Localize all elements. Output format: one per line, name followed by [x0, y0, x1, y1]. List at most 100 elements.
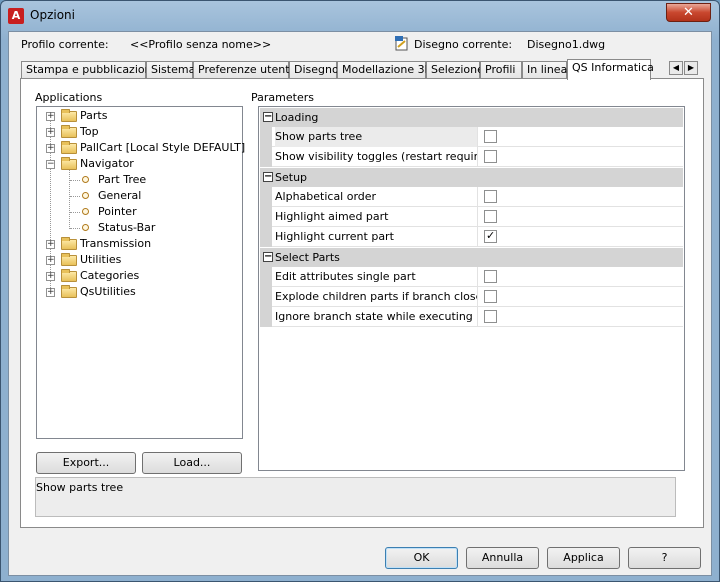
- collapse-icon[interactable]: −: [263, 252, 273, 262]
- tab-in-linea[interactable]: In linea: [522, 61, 567, 79]
- expand-icon[interactable]: +: [46, 256, 55, 265]
- param-row-ignore-branch-state[interactable]: Ignore branch state while executing "On …: [260, 307, 683, 327]
- expand-icon[interactable]: +: [46, 272, 55, 281]
- tree-item-label: Pointer: [98, 205, 137, 218]
- folder-icon: [61, 109, 77, 122]
- param-row-show-parts-tree[interactable]: Show parts tree: [260, 127, 683, 147]
- tree-item-categories[interactable]: + Categories: [37, 268, 242, 284]
- group-header-loading[interactable]: − Loading: [260, 108, 683, 127]
- column-separator: [477, 147, 478, 167]
- folder-icon: [61, 253, 77, 266]
- tab-preferenze-utente[interactable]: Preferenze utente: [193, 61, 296, 79]
- apply-button[interactable]: Applica: [547, 547, 620, 569]
- tree-item-status-bar[interactable]: Status-Bar: [37, 220, 242, 236]
- explode-children-parts-checkbox[interactable]: [484, 290, 497, 303]
- row-gutter: [260, 287, 272, 307]
- tab-disegno[interactable]: Disegno: [289, 61, 339, 79]
- param-row-highlight-aimed-part[interactable]: Highlight aimed part: [260, 207, 683, 227]
- tree-item-label: Top: [80, 125, 99, 138]
- current-profile-value: <<Profilo senza nome>>: [130, 38, 272, 51]
- tree-item-label: Utilities: [80, 253, 122, 266]
- ignore-branch-state-checkbox[interactable]: [484, 310, 497, 323]
- description-text: Show parts tree: [36, 481, 124, 494]
- folder-icon: [61, 157, 77, 170]
- tree-item-navigator[interactable]: − Navigator: [37, 156, 242, 172]
- param-row-alphabetical-order[interactable]: Alphabetical order: [260, 187, 683, 207]
- column-separator: [477, 307, 478, 327]
- expand-icon[interactable]: +: [46, 240, 55, 249]
- window-title: Opzioni: [30, 8, 75, 22]
- group-title: Setup: [275, 171, 308, 184]
- show-visibility-toggles-checkbox[interactable]: [484, 150, 497, 163]
- close-button[interactable]: ✕: [666, 3, 711, 22]
- collapse-icon[interactable]: −: [263, 112, 273, 122]
- tree-item-utilities[interactable]: + Utilities: [37, 252, 242, 268]
- leaf-node-icon: [82, 192, 89, 199]
- tree-item-label: Navigator: [80, 157, 134, 170]
- collapse-icon[interactable]: −: [46, 160, 55, 169]
- tab-sistema[interactable]: Sistema: [146, 61, 195, 79]
- tab-stampa-e-pubblicazione[interactable]: Stampa e pubblicazione: [21, 61, 158, 79]
- tab-modellazione-3d[interactable]: Modellazione 3D: [337, 61, 433, 79]
- expand-icon[interactable]: +: [46, 288, 55, 297]
- expand-icon[interactable]: +: [46, 128, 55, 137]
- tree-connector: [70, 196, 80, 197]
- tree-item-pallcart[interactable]: + PallCart [Local Style DEFAULT]: [37, 140, 245, 156]
- show-parts-tree-checkbox[interactable]: [484, 130, 497, 143]
- column-separator: [477, 207, 478, 227]
- group-header-setup[interactable]: − Setup: [260, 168, 683, 187]
- tab-qs-informatica[interactable]: QS Informatica: [567, 59, 654, 80]
- tree-item-label: Transmission: [80, 237, 152, 250]
- tree-item-qsutilities[interactable]: + QsUtilities: [37, 284, 242, 300]
- autocad-app-icon: A: [8, 8, 24, 24]
- tree-item-part-tree[interactable]: Part Tree: [37, 172, 242, 188]
- leaf-node-icon: [82, 208, 89, 215]
- tab-scroll-right-button[interactable]: ▶: [684, 61, 698, 75]
- param-row-show-visibility-toggles[interactable]: Show visibility toggles (restart require…: [260, 147, 683, 167]
- options-window: A Opzioni ✕ Profilo corrente: <<Profilo …: [0, 0, 720, 582]
- load-button[interactable]: Load...: [142, 452, 242, 474]
- expand-icon[interactable]: +: [46, 112, 55, 121]
- tree-item-top[interactable]: + Top: [37, 124, 242, 140]
- tree-item-general[interactable]: General: [37, 188, 242, 204]
- applications-label: Applications: [35, 91, 103, 104]
- alphabetical-order-checkbox[interactable]: [484, 190, 497, 203]
- tab-selezione[interactable]: Selezione: [426, 61, 484, 79]
- folder-icon: [61, 125, 77, 138]
- drawing-file-icon: [395, 36, 408, 51]
- help-button[interactable]: ?: [628, 547, 701, 569]
- highlight-aimed-part-checkbox[interactable]: [484, 210, 497, 223]
- checkmark-icon: ✓: [486, 229, 496, 242]
- edit-attributes-single-part-checkbox[interactable]: [484, 270, 497, 283]
- param-name: Edit attributes single part: [275, 270, 416, 283]
- tree-item-transmission[interactable]: + Transmission: [37, 236, 242, 252]
- row-gutter: [260, 227, 272, 247]
- collapse-icon[interactable]: −: [263, 172, 273, 182]
- row-gutter: [260, 307, 272, 327]
- tree-item-pointer[interactable]: Pointer: [37, 204, 242, 220]
- expand-icon[interactable]: +: [46, 144, 55, 153]
- folder-icon: [61, 269, 77, 282]
- folder-icon: [61, 237, 77, 250]
- tab-profili[interactable]: Profili: [480, 61, 522, 79]
- column-separator: [477, 287, 478, 307]
- highlight-current-part-checkbox[interactable]: ✓: [484, 229, 497, 243]
- group-header-select-parts[interactable]: − Select Parts: [260, 248, 683, 267]
- param-row-edit-attributes-single-part[interactable]: Edit attributes single part: [260, 267, 683, 287]
- tree-item-parts[interactable]: + Parts: [37, 108, 242, 124]
- leaf-node-icon: [82, 176, 89, 183]
- cancel-button[interactable]: Annulla: [466, 547, 539, 569]
- param-row-highlight-current-part[interactable]: Highlight current part ✓: [260, 227, 683, 247]
- column-separator: [477, 187, 478, 207]
- parameters-grid: − Loading Show parts tree Show visibilit…: [258, 106, 685, 471]
- title-bar[interactable]: A Opzioni ✕: [1, 1, 719, 31]
- tree-connector: [70, 228, 80, 229]
- export-button[interactable]: Export...: [36, 452, 136, 474]
- applications-tree: + Parts + Top + PallCart [Local Style DE…: [36, 106, 245, 439]
- current-profile-label: Profilo corrente:: [21, 38, 109, 51]
- param-row-explode-children-parts[interactable]: Explode children parts if branch closed.: [260, 287, 683, 307]
- dialog-client: Profilo corrente: <<Profilo senza nome>>…: [8, 31, 712, 576]
- tab-scroll-left-button[interactable]: ◀: [669, 61, 683, 75]
- param-name: Show parts tree: [275, 127, 477, 147]
- ok-button[interactable]: OK: [385, 547, 458, 569]
